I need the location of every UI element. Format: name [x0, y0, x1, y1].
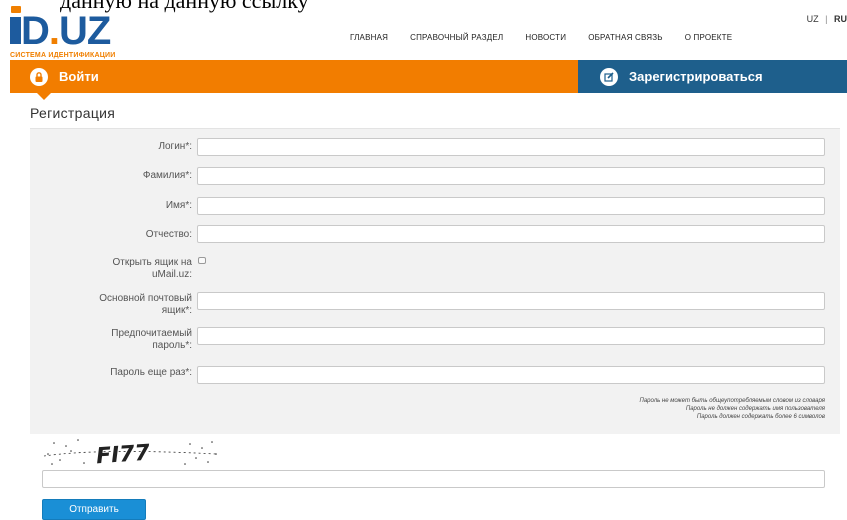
nav-feedback[interactable]: ОБРАТНАЯ СВЯЗЬ [588, 33, 663, 42]
registration-form: Логин*: Фамилия*: Имя*: Отчество: Открыт… [30, 128, 840, 520]
name-input[interactable] [197, 197, 825, 215]
main-nav: ГЛАВНАЯ СПРАВОЧНЫЙ РАЗДЕЛ НОВОСТИ ОБРАТН… [350, 33, 754, 42]
site-logo[interactable]: D. UZ СИСТЕМА ИДЕНТИФИКАЦИИ [10, 6, 116, 59]
main-email-label: Основной почтовый ящик*: [99, 293, 192, 316]
captcha-image: FI77 [40, 434, 220, 469]
password-label: Предпочитаемый пароль*: [111, 328, 192, 351]
edit-icon [600, 67, 618, 86]
active-tab-arrow [37, 93, 51, 100]
password-hint: Пароль должен содержать более 6 символов [696, 414, 825, 420]
lang-separator: | [825, 14, 828, 24]
password-hint: Пароль не должен содержать имя пользоват… [685, 406, 825, 412]
name-label: Имя*: [165, 200, 192, 211]
site-header: данную на данную ссылку D. UZ СИСТЕМА ИДЕ… [0, 0, 847, 60]
nav-news[interactable]: НОВОСТИ [525, 33, 566, 42]
password-repeat-label: Пароль еще раз*: [110, 367, 192, 378]
password-hint: Пароль не может быть общеупотребляемым с… [639, 398, 825, 404]
tab-login[interactable]: Войти [10, 60, 578, 93]
captcha-section: FI77 Отправить [30, 434, 840, 520]
tab-register[interactable]: Зарегистрироваться [578, 60, 847, 93]
password-repeat-input[interactable] [197, 366, 825, 384]
surname-label: Фамилия*: [142, 170, 192, 181]
tab-login-label: Войти [59, 69, 99, 84]
lang-uz-link[interactable]: UZ [807, 14, 819, 24]
password-hints: Пароль не может быть общеупотребляемым с… [639, 397, 825, 421]
patronymic-label: Отчество: [145, 229, 192, 240]
submit-button[interactable]: Отправить [42, 499, 146, 520]
nav-home[interactable]: ГЛАВНАЯ [350, 33, 388, 42]
login-input[interactable] [197, 138, 825, 156]
captcha-text: FI77 [95, 441, 151, 468]
open-mailbox-checkbox[interactable] [198, 257, 206, 264]
lang-ru-link[interactable]: RU [834, 14, 847, 24]
lock-icon [30, 67, 48, 86]
page-title: Регистрация [30, 105, 116, 121]
tab-register-label: Зарегистрироваться [629, 69, 763, 84]
logo-wordmark: D. UZ [10, 6, 116, 51]
surname-input[interactable] [197, 167, 825, 185]
registration-section: Регистрация Логин*: Фамилия*: Имя*: Отче… [30, 105, 840, 520]
language-switcher: UZ | RU [803, 14, 847, 24]
captcha-input[interactable] [42, 470, 825, 488]
login-label: Логин*: [158, 141, 192, 152]
patronymic-input[interactable] [197, 225, 825, 243]
auth-tabs: Войти Зарегистрироваться [0, 60, 847, 100]
main-email-input[interactable] [197, 292, 825, 310]
password-input[interactable] [197, 327, 825, 345]
logo-i-letter [10, 6, 21, 50]
logo-subtitle: СИСТЕМА ИДЕНТИФИКАЦИИ [10, 52, 116, 59]
nav-about[interactable]: О ПРОЕКТЕ [685, 33, 733, 42]
nav-reference[interactable]: СПРАВОЧНЫЙ РАЗДЕЛ [410, 33, 503, 42]
open-mailbox-label: Открыть ящик на uMail.uz: [112, 257, 192, 280]
